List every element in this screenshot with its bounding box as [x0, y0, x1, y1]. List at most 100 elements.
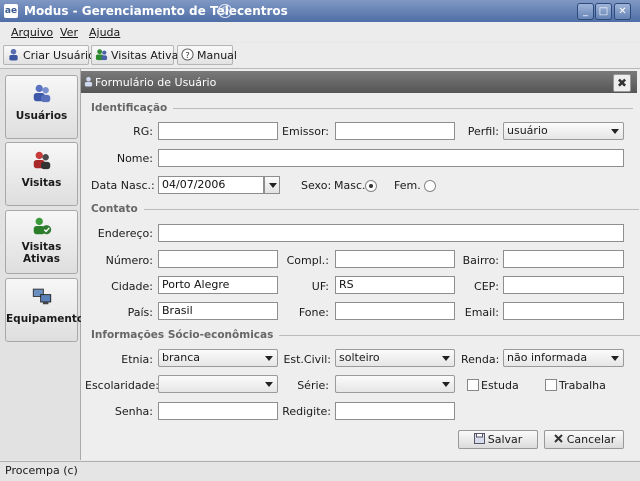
cancelar-button[interactable]: Cancelar: [544, 430, 624, 449]
form-title-bar: Formulário de Usuário ✖: [81, 71, 637, 93]
est-civil-value: solteiro: [339, 351, 380, 364]
minimize-button[interactable]: _: [577, 3, 594, 20]
email-field[interactable]: [503, 302, 624, 320]
cancel-x-icon: [554, 434, 563, 443]
sidebar-item-label: Visitas: [21, 177, 62, 189]
trabalha-checkbox[interactable]: [545, 379, 557, 391]
sidebar-item-visitas-ativas[interactable]: Visitas Ativas: [5, 210, 78, 274]
cep-field[interactable]: [503, 276, 624, 294]
chevron-down-icon: [442, 382, 450, 387]
sexo-label: Sexo:: [301, 179, 332, 192]
endereco-label: Endereço:: [97, 227, 153, 240]
menu-ver[interactable]: Ver: [60, 26, 78, 39]
endereco-field[interactable]: [158, 224, 624, 242]
chevron-down-icon: [442, 356, 450, 361]
sidebar-item-equipamentos[interactable]: Equipamentos: [5, 278, 90, 342]
close-window-button[interactable]: ✕: [614, 3, 631, 20]
status-bar: Procempa (c): [0, 461, 640, 481]
sidebar-item-visitas[interactable]: Visitas: [5, 142, 78, 206]
user-form-icon: [84, 76, 93, 87]
estuda-checkbox[interactable]: [467, 379, 479, 391]
rg-label: RG:: [133, 125, 153, 138]
senha-label: Senha:: [114, 405, 153, 418]
cancelar-label: Cancelar: [566, 433, 616, 446]
bairro-field[interactable]: [503, 250, 624, 268]
rg-field[interactable]: [158, 122, 278, 140]
criar-usuario-label: Criar Usuário: [23, 49, 95, 62]
sidebar-item-label: Usuários: [15, 110, 68, 122]
redigite-field[interactable]: [335, 402, 455, 420]
sidebar-item-label-line2: Ativas: [23, 253, 60, 265]
section-identificacao: Identificação: [91, 102, 634, 114]
fem-radio[interactable]: [424, 180, 436, 192]
nome-field[interactable]: [158, 149, 624, 167]
emissor-field[interactable]: [335, 122, 455, 140]
salvar-label: Salvar: [487, 433, 523, 446]
numero-field[interactable]: [158, 250, 278, 268]
numero-label: Número:: [105, 254, 153, 267]
save-icon: [473, 433, 485, 444]
toolbar: Criar Usuário Visitas Ativas ? Manual: [0, 43, 640, 69]
section-title: Identificação: [91, 102, 168, 114]
etnia-value: branca: [162, 351, 201, 364]
nome-label: Nome:: [116, 152, 153, 165]
renda-select[interactable]: não informada: [503, 349, 624, 367]
section-title: Informações Sócio-econômicas: [91, 329, 274, 341]
sidebar-item-usuarios[interactable]: Usuários: [5, 75, 78, 139]
renda-label: Renda:: [461, 353, 500, 366]
visits-icon: [33, 151, 50, 170]
section-title: Contato: [91, 203, 138, 215]
salvar-button[interactable]: Salvar: [458, 430, 538, 449]
chevron-down-icon: [611, 129, 619, 134]
sidebar-item-label-line1: Visitas: [21, 241, 62, 253]
compl-label: Compl.:: [286, 254, 329, 267]
add-user-icon: [9, 48, 18, 61]
active-visits-icon: [33, 217, 51, 235]
manual-label: Manual: [197, 49, 237, 62]
pais-field[interactable]: Brasil: [158, 302, 278, 320]
est-civil-label: Est.Civil:: [283, 353, 331, 366]
est-civil-select[interactable]: solteiro: [335, 349, 455, 367]
sidebar: Usuários Visitas Visitas Ativas Equipame…: [0, 69, 90, 460]
pais-label: País:: [127, 306, 153, 319]
criar-usuario-button[interactable]: Criar Usuário: [3, 45, 95, 65]
perfil-select[interactable]: usuário: [503, 122, 624, 140]
fone-field[interactable]: [335, 302, 455, 320]
escolaridade-label: Escolaridade:: [85, 379, 160, 392]
visitas-ativas-label: Visitas Ativas: [111, 49, 185, 62]
title-bar: ae Modus - Gerenciamento de Telecentros …: [0, 0, 640, 22]
uf-field[interactable]: RS: [335, 276, 455, 294]
section-divider: [143, 208, 639, 210]
escolaridade-select[interactable]: [158, 375, 278, 393]
users-icon: [33, 84, 50, 103]
senha-field[interactable]: [158, 402, 278, 420]
cep-label: CEP:: [474, 280, 499, 293]
date-picker-button[interactable]: [264, 176, 280, 194]
window-title: Modus - Gerenciamento de Telecentros: [24, 4, 288, 18]
menu-arquivo[interactable]: Arquivo: [11, 26, 53, 39]
menu-ajuda[interactable]: Ajuda: [89, 26, 120, 39]
fone-label: Fone:: [298, 306, 329, 319]
visitas-ativas-button[interactable]: Visitas Ativas: [91, 45, 184, 65]
etnia-select[interactable]: branca: [158, 349, 278, 367]
uf-label: UF:: [311, 280, 329, 293]
svg-text:?: ?: [185, 50, 189, 60]
data-nasc-field[interactable]: 04/07/2006: [158, 176, 264, 194]
status-text: Procempa (c): [5, 464, 78, 477]
menu-bar: Arquivo Ver Ajuda: [0, 22, 640, 42]
cidade-label: Cidade:: [111, 280, 153, 293]
section-divider: [173, 107, 634, 109]
masc-label: Masc.: [334, 179, 366, 192]
estuda-label: Estuda: [481, 379, 519, 392]
masc-radio[interactable]: [365, 180, 377, 192]
form-close-icon[interactable]: ✖: [613, 74, 631, 92]
serie-select[interactable]: [335, 375, 455, 393]
chevron-down-icon: [265, 356, 273, 361]
maximize-button[interactable]: □: [595, 3, 612, 20]
section-socio: Informações Sócio-econômicas: [91, 329, 640, 341]
manual-button[interactable]: ? Manual: [177, 45, 237, 65]
window-smiley-icon: ☺: [218, 4, 232, 18]
computers-icon: [32, 288, 51, 305]
cidade-field[interactable]: Porto Alegre: [158, 276, 278, 294]
compl-field[interactable]: [335, 250, 455, 268]
